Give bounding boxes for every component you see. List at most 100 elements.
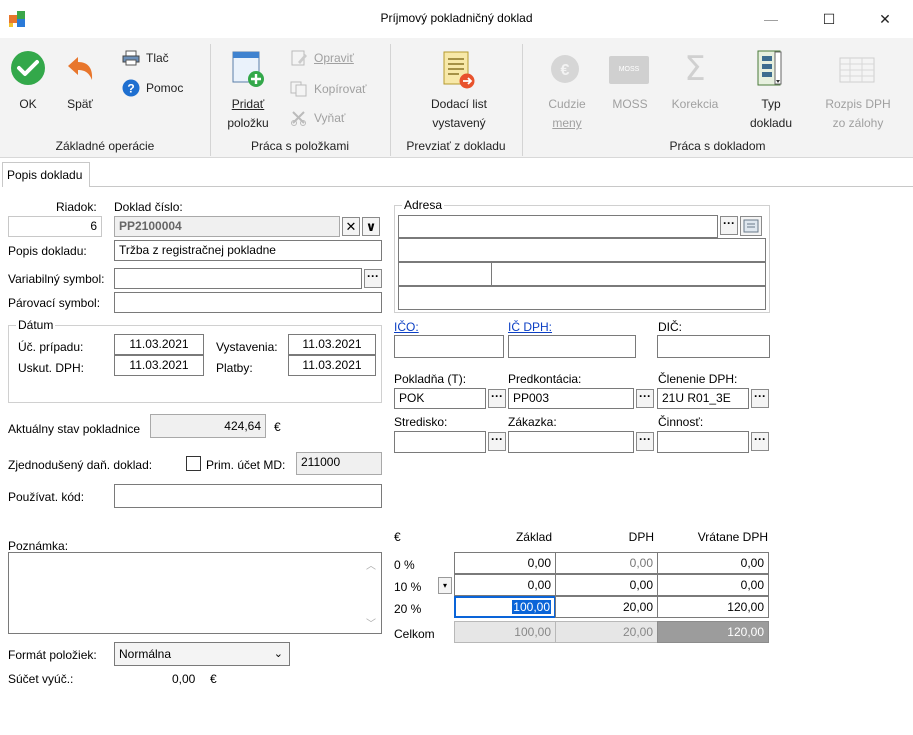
base-cell-active[interactable]: 100,00 xyxy=(454,596,556,618)
issue-date-label: Vystavenia: xyxy=(216,340,278,354)
rate-dropdown-button[interactable]: ▾ xyxy=(438,577,452,594)
precontation-field[interactable]: PP003 xyxy=(508,388,634,409)
group-basic-label: Základné operácie xyxy=(55,139,155,153)
close-button[interactable]: ✕ xyxy=(862,4,908,34)
vat-cell[interactable]: 20,00 xyxy=(555,596,658,618)
center-browse-button[interactable]: ··· xyxy=(488,432,506,451)
sum-value: 0,00 xyxy=(172,672,196,686)
document-type-button[interactable]: Typ dokladu xyxy=(738,50,804,134)
activity-browse-button[interactable]: ··· xyxy=(751,432,769,451)
address-browse-button[interactable]: ··· xyxy=(720,216,738,235)
format-label: Formát položiek: xyxy=(8,648,97,662)
remove-button[interactable]: Vyňať xyxy=(290,108,386,128)
copy-button[interactable]: Kopírovať xyxy=(290,79,386,99)
maximize-button[interactable]: ☐ xyxy=(806,4,852,34)
copy-icon xyxy=(290,81,307,97)
docnum-dropdown-button[interactable]: ∨ xyxy=(362,217,380,236)
icdph-field[interactable] xyxy=(508,335,636,358)
address-line1-field[interactable] xyxy=(398,215,718,238)
order-field[interactable] xyxy=(508,431,634,453)
group-doc-label: Práca s dokladom xyxy=(669,139,766,153)
add-item-label-2: položku xyxy=(227,116,269,130)
address-zip-field[interactable] xyxy=(398,262,492,286)
icdph-link[interactable]: IČ DPH: xyxy=(508,320,552,334)
correction-button[interactable]: Σ Korekcia xyxy=(660,50,730,134)
address-country-field[interactable] xyxy=(398,286,766,310)
user-code-field[interactable] xyxy=(114,484,382,508)
ico-field[interactable] xyxy=(394,335,504,358)
address-line2-field[interactable] xyxy=(398,238,766,262)
pair-field[interactable] xyxy=(114,292,382,313)
order-browse-button[interactable]: ··· xyxy=(636,432,654,451)
document-type-label-1: Typ xyxy=(761,97,781,111)
print-label: Tlač xyxy=(146,51,169,65)
address-group-label: Adresa xyxy=(402,198,445,212)
docnum-field[interactable]: PP2100004 xyxy=(114,216,340,237)
add-item-button[interactable]: Pridať položku xyxy=(220,50,276,134)
issue-date-field[interactable]: 11.03.2021 xyxy=(288,334,376,355)
center-field[interactable] xyxy=(394,431,486,453)
vat-split-button[interactable]: Rozpis DPH zo zálohy xyxy=(808,50,908,134)
note-scrollbar[interactable]: ︿ ﹀ xyxy=(362,553,381,633)
simplified-label: Zjednodušený daň. doklad: xyxy=(8,458,153,472)
vat-cell[interactable]: 0,00 xyxy=(555,574,658,596)
print-button[interactable]: Tlač xyxy=(122,48,192,68)
desc-field[interactable]: Tržba z registračnej pokladne xyxy=(114,240,382,261)
cashbox-field[interactable]: POK xyxy=(394,388,486,409)
row-label: Riadok: xyxy=(56,200,97,214)
group-take-label: Prevziať z dokladu xyxy=(406,139,506,153)
minimize-button[interactable]: — xyxy=(748,4,794,34)
edit-button[interactable]: Opraviť xyxy=(290,48,386,68)
precontation-label: Predkontácia: xyxy=(508,372,582,386)
foreign-currency-label-1: Cudzie xyxy=(548,97,586,111)
simplified-checkbox[interactable] xyxy=(186,456,201,471)
vat-split-browse-button[interactable]: ··· xyxy=(751,389,769,408)
totals-base-header: Základ xyxy=(515,530,552,544)
table-icon xyxy=(839,57,875,83)
moss-button[interactable]: MOSS MOSS xyxy=(604,50,656,134)
base-cell[interactable]: 0,00 xyxy=(454,574,556,596)
clear-docnum-button[interactable]: ✕ xyxy=(342,217,360,236)
add-document-icon xyxy=(232,51,264,87)
address-book-button[interactable] xyxy=(740,216,762,236)
dic-field[interactable] xyxy=(657,335,770,358)
delivery-note-button[interactable]: Dodací list vystavený xyxy=(416,50,502,134)
cashbox-browse-button[interactable]: ··· xyxy=(488,389,506,408)
tab-document-description[interactable]: Popis dokladu xyxy=(2,162,90,187)
vat-split-field[interactable]: 21U R01_3E xyxy=(657,388,749,409)
note-label: Poznámka: xyxy=(8,539,69,553)
check-icon xyxy=(11,51,45,85)
note-textarea[interactable] xyxy=(8,552,382,634)
vat-date-field[interactable]: 11.03.2021 xyxy=(114,355,204,376)
address-book-icon xyxy=(743,219,759,233)
foreign-currency-label-2: meny xyxy=(552,116,582,130)
sum-label: Súčet vyúč.: xyxy=(8,672,74,686)
copy-label: Kopírovať xyxy=(314,82,367,96)
vs-label: Variabilný symbol: xyxy=(8,272,105,286)
back-button[interactable]: Späť xyxy=(58,50,102,120)
pay-date-label: Platby: xyxy=(216,361,253,375)
pay-date-field[interactable]: 11.03.2021 xyxy=(288,355,376,376)
precontation-browse-button[interactable]: ··· xyxy=(636,389,654,408)
scroll-up-icon: ︿ xyxy=(366,561,376,572)
activity-field[interactable] xyxy=(657,431,749,453)
address-city-field[interactable] xyxy=(491,262,766,286)
vs-browse-button[interactable]: ··· xyxy=(364,269,382,288)
incl-cell[interactable]: 0,00 xyxy=(657,574,769,596)
row-field[interactable]: 6 xyxy=(8,216,102,237)
ok-button[interactable]: OK xyxy=(8,50,48,120)
help-button[interactable]: ? Pomoc xyxy=(122,78,202,98)
base-cell[interactable]: 0,00 xyxy=(454,552,556,574)
foreign-currency-button[interactable]: € Cudzie meny xyxy=(536,50,598,134)
ico-link[interactable]: IČO: xyxy=(394,320,419,334)
format-select[interactable]: Normálna ⌄ xyxy=(114,642,290,666)
incl-cell[interactable]: 120,00 xyxy=(657,596,769,618)
vat-cell[interactable]: 0,00 xyxy=(555,552,658,574)
incl-cell[interactable]: 0,00 xyxy=(657,552,769,574)
acc-date-field[interactable]: 11.03.2021 xyxy=(114,334,204,355)
totals-currency: € xyxy=(394,530,401,544)
docnum-label: Doklad číslo: xyxy=(114,200,183,214)
vat-split-label-1: Rozpis DPH xyxy=(825,97,891,111)
delivery-note-icon xyxy=(443,51,475,89)
vs-field[interactable] xyxy=(114,268,362,289)
